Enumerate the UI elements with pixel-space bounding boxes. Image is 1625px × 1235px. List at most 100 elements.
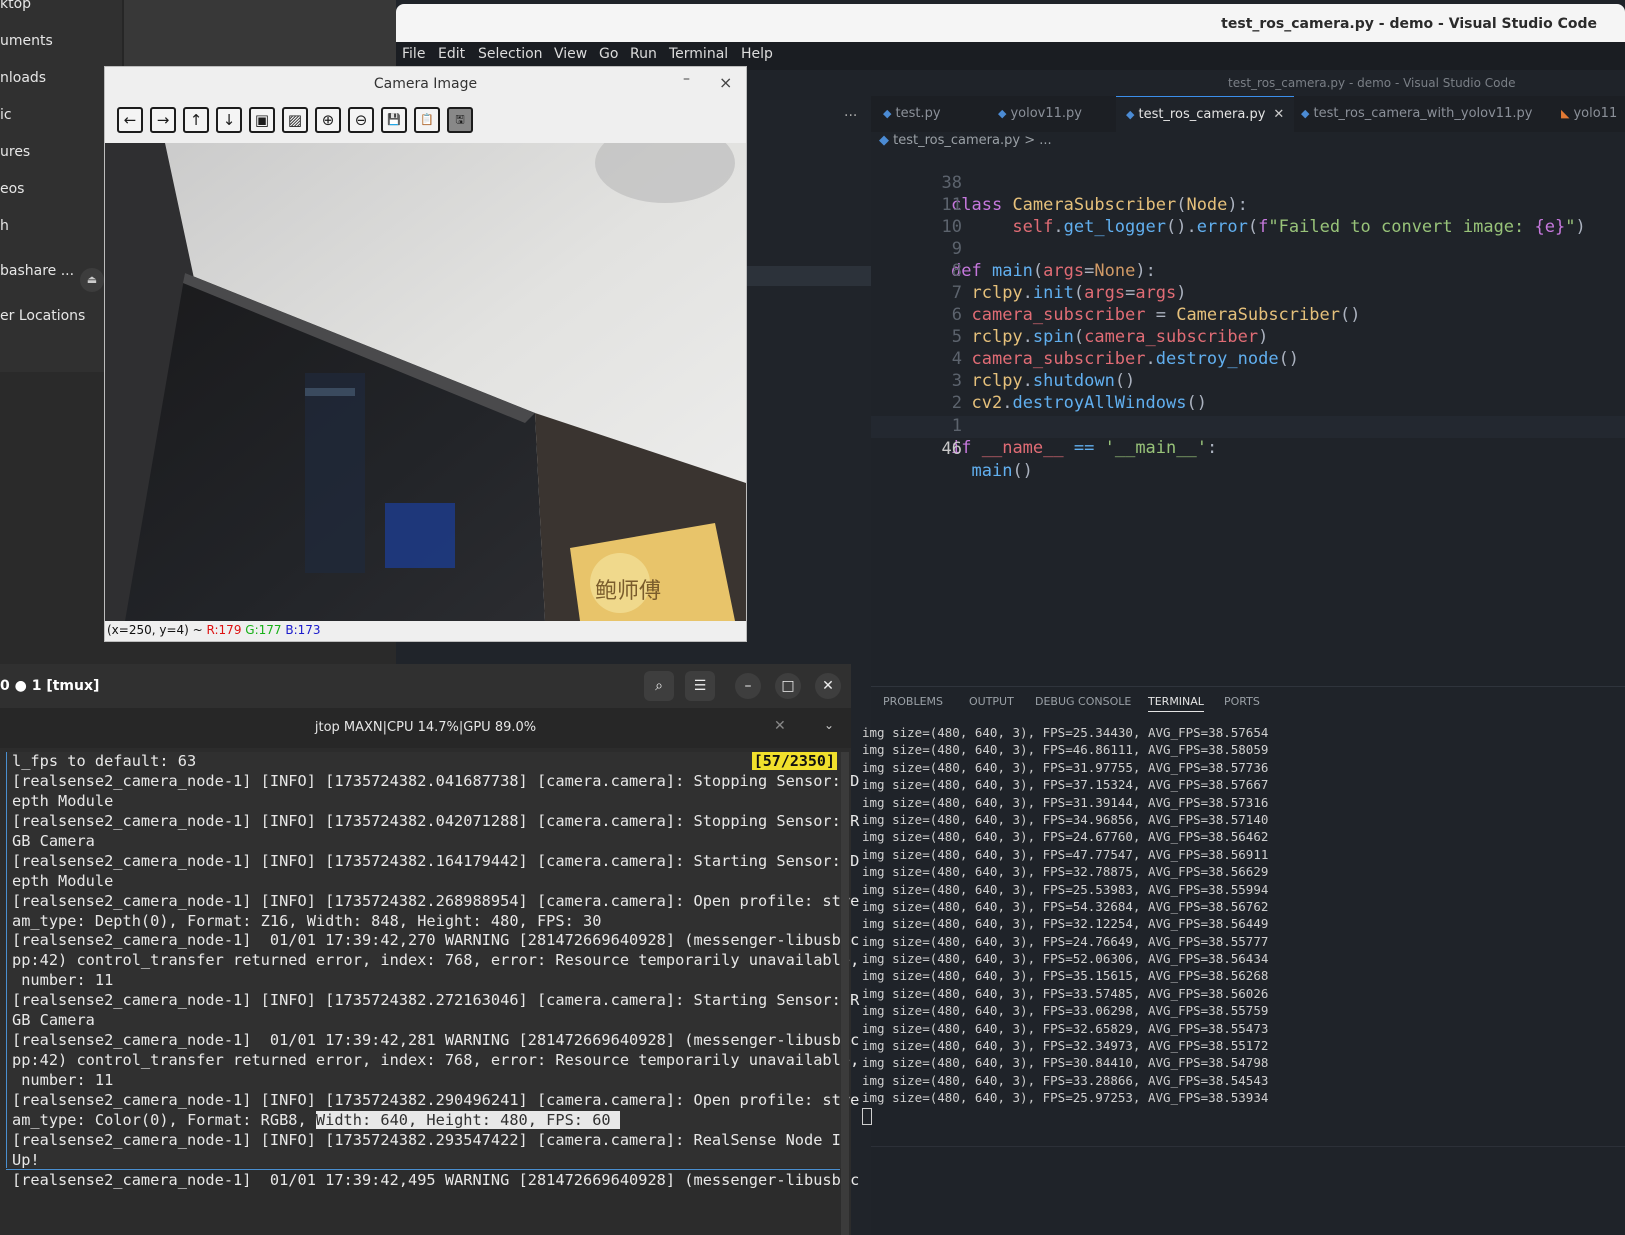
terminal-line: img size=(480, 640, 3), FPS=31.97755, AV… (862, 759, 1269, 775)
sidebar-item-trash[interactable]: h (0, 218, 9, 234)
sidebar-item-music[interactable]: ic (0, 107, 12, 123)
tab-yolov11-py[interactable]: ◆ yolov11.py (998, 96, 1082, 132)
python-icon: ◆ (1126, 108, 1135, 121)
terminal-headerbar: 0 ● 1 [tmux] ⌕ ☰ – □ ✕ (0, 664, 851, 708)
menu-run[interactable]: Run (630, 46, 657, 62)
tmux-line-text: GB Camera (12, 831, 95, 850)
pan-right-icon[interactable]: → (150, 107, 176, 133)
code-line[interactable]: 4 rclpy.shutdown() (871, 326, 1625, 391)
menu-selection[interactable]: Selection (478, 46, 543, 62)
integrated-terminal-output[interactable]: img size=(480, 640, 3), FPS=25.34430, AV… (862, 724, 1622, 1107)
chevron-down-icon[interactable]: ⌄ (824, 718, 834, 732)
properties-icon[interactable]: 🖫 (447, 107, 473, 133)
close-icon[interactable]: ✕ (1273, 107, 1284, 122)
panel-divider (871, 1146, 1625, 1147)
tmux-line: pp:42) control_transfer returned error, … (7, 951, 859, 971)
tmux-pane[interactable]: l_fps to default: 63 [realsense2_camera_n… (6, 752, 859, 1189)
tab-debug-console[interactable]: DEBUG CONSOLE (1035, 695, 1131, 708)
tab-output[interactable]: OUTPUT (969, 695, 1014, 708)
tmux-line-text: GB Camera (12, 1011, 95, 1030)
sidebar-item-downloads[interactable]: nloads (0, 70, 46, 86)
menu-help[interactable]: Help (741, 46, 773, 62)
pan-down-icon[interactable]: ↓ (216, 107, 242, 133)
tmux-line: GB Camera (7, 832, 841, 852)
tab-label: yolov11.py (1010, 106, 1082, 121)
breadcrumb[interactable]: ◆ test_ros_camera.py > ... (879, 133, 1052, 148)
zoom-in-icon[interactable]: ⊕ (315, 107, 341, 133)
tmux-line: [realsense2_camera_node-1] [INFO] [17357… (7, 892, 859, 912)
save-icon[interactable]: 💾 (381, 107, 407, 133)
camera-frame[interactable]: 鲍师傅 (105, 143, 746, 621)
code-line[interactable]: 38 class CameraSubscriber(Node): (871, 150, 1625, 215)
menu-go[interactable]: Go (599, 46, 618, 62)
sidebar-item-other-locations[interactable]: er Locations (0, 308, 85, 324)
close-button[interactable]: × (719, 73, 732, 92)
tmux-line-text: [realsense2_camera_node-1] [INFO] [17357… (12, 991, 860, 1010)
code-line[interactable]: 1 if __name__ == '__main__': (871, 393, 1625, 458)
terminal-line: img size=(480, 640, 3), FPS=47.77547, AV… (862, 846, 1269, 862)
sidebar-item-documents[interactable]: uments (0, 33, 53, 49)
minimize-button[interactable]: – (735, 673, 761, 699)
tab-title[interactable]: jtop MAXN|CPU 14.7%|GPU 89.0% (0, 720, 851, 735)
tab-test-ros-camera-py[interactable]: ◆ test_ros_camera.py ✕ (1116, 96, 1295, 133)
sidebar-item-desktop[interactable]: ktop (0, 0, 31, 12)
tab-yolo11[interactable]: ◣ yolo11 (1561, 96, 1617, 132)
terminal-line: img size=(480, 640, 3), FPS=46.86111, AV… (862, 742, 1269, 758)
maximize-button[interactable]: □ (775, 673, 801, 699)
code-line[interactable]: 11 self.get_logger().error(f"Failed to c… (871, 172, 1625, 237)
menu-edit[interactable]: Edit (438, 46, 465, 62)
tmux-line-text: [realsense2_camera_node-1] 01/01 17:39:4… (12, 1031, 860, 1050)
code-line[interactable]: 3 cv2.destroyAllWindows() (871, 348, 1625, 413)
tab-terminal[interactable]: TERMINAL (1148, 695, 1204, 712)
code-line[interactable]: 46 main() (871, 416, 1625, 481)
sidebar-item-pictures[interactable]: ures (0, 144, 30, 160)
code-line[interactable]: 10 (871, 194, 1625, 237)
sidebar-item-videos[interactable]: eos (0, 181, 24, 197)
tab-test-py[interactable]: ◆ test.py (883, 96, 941, 132)
tmux-line: am_type: Color(0), Format: RGB8, Width: … (7, 1110, 841, 1131)
zoom-original-icon[interactable]: ▨ (282, 107, 308, 133)
eject-icon[interactable]: ⏏ (80, 268, 104, 292)
tab-problems[interactable]: PROBLEMS (883, 695, 943, 708)
tab-test-ros-camera-with-yolov11-py[interactable]: ◆ test_ros_camera_with_yolov11.py (1301, 96, 1532, 132)
menu-terminal[interactable]: Terminal (669, 46, 728, 62)
scrollbar[interactable] (841, 752, 849, 1235)
copy-icon[interactable]: 📋 (414, 107, 440, 133)
close-button[interactable]: ✕ (815, 673, 841, 699)
window-subtitle: test_ros_camera.py - demo - Visual Studi… (1228, 76, 1516, 90)
search-icon[interactable]: ⌕ (644, 671, 674, 701)
explorer-selected-row[interactable] (731, 266, 871, 286)
tmux-line-text: epth Module (12, 871, 114, 890)
zoom-fit-icon[interactable]: ▣ (249, 107, 275, 133)
code-line[interactable]: 7 camera_subscriber = CameraSubscriber() (871, 260, 1625, 325)
close-icon[interactable]: ✕ (774, 718, 786, 734)
selected-text[interactable]: Width: 640, Height: 480, FPS: 60 (315, 1110, 620, 1129)
tab-ports[interactable]: PORTS (1224, 695, 1260, 708)
code-text: main() (971, 461, 1033, 481)
tmux-line: [realsense2_camera_node-1] 01/01 17:39:4… (7, 1171, 859, 1191)
menu-icon[interactable]: ☰ (685, 671, 715, 701)
minimize-button[interactable]: – (683, 71, 690, 87)
more-actions-icon[interactable]: ... (844, 104, 857, 120)
code-line[interactable]: 9 def main(args=None): (871, 216, 1625, 281)
terminal-tabbar: jtop MAXN|CPU 14.7%|GPU 89.0% ✕ ⌄ (0, 708, 851, 748)
pan-left-icon[interactable]: ← (117, 107, 143, 133)
tmux-line-text: number: 11 (12, 971, 114, 990)
menu-file[interactable]: File (402, 46, 425, 62)
tmux-line-text: [realsense2_camera_node-1] [INFO] [17357… (12, 811, 860, 830)
code-line[interactable]: 5 camera_subscriber.destroy_node() (871, 304, 1625, 369)
tmux-line-text: [realsense2_camera_node-1] [INFO] [17357… (12, 851, 860, 870)
menu-view[interactable]: View (554, 46, 587, 62)
tmux-line-text: [realsense2_camera_node-1] [INFO] [17357… (12, 891, 860, 910)
terminal-line: img size=(480, 640, 3), FPS=30.84410, AV… (862, 1055, 1269, 1071)
sidebar-item-dbashare[interactable]: bashare ... (0, 263, 74, 279)
code-line[interactable]: 2 (871, 370, 1625, 413)
pixel-status-bar: (x=250, y=4) ~ R:179 G:177 B:173 (107, 623, 321, 637)
tmux-terminal-window: 0 ● 1 [tmux] ⌕ ☰ – □ ✕ jtop MAXN|CPU 14.… (0, 664, 859, 1235)
zoom-out-icon[interactable]: ⊖ (348, 107, 374, 133)
tmux-line: am_type: Depth(0), Format: Z16, Width: 8… (7, 912, 841, 932)
pan-up-icon[interactable]: ↑ (183, 107, 209, 133)
tmux-line: [realsense2_camera_node-1] [INFO] [17357… (7, 1091, 859, 1111)
code-line[interactable]: 6 rclpy.spin(camera_subscriber) (871, 282, 1625, 347)
code-line[interactable]: 8 rclpy.init(args=args) (871, 238, 1625, 303)
